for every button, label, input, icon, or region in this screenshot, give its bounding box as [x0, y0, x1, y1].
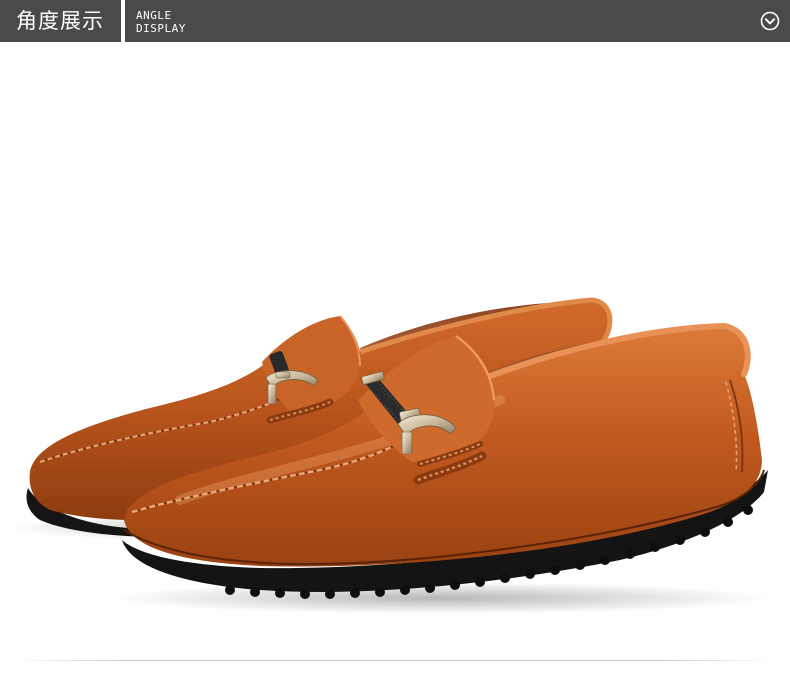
section-title-cn: 角度展示 — [16, 9, 104, 33]
chevron-down-circle-icon[interactable] — [760, 11, 780, 31]
product-image — [10, 297, 770, 614]
section-title-en: ANGLE DISPLAY — [136, 9, 186, 35]
section-header: 角度展示 ANGLE DISPLAY — [0, 0, 790, 42]
section-title-en-line2: DISPLAY — [136, 22, 186, 35]
front-shoe-shadow — [110, 582, 770, 614]
section-title-en-line1: ANGLE — [136, 9, 172, 22]
bottom-divider — [15, 660, 775, 661]
title-divider — [121, 0, 125, 42]
